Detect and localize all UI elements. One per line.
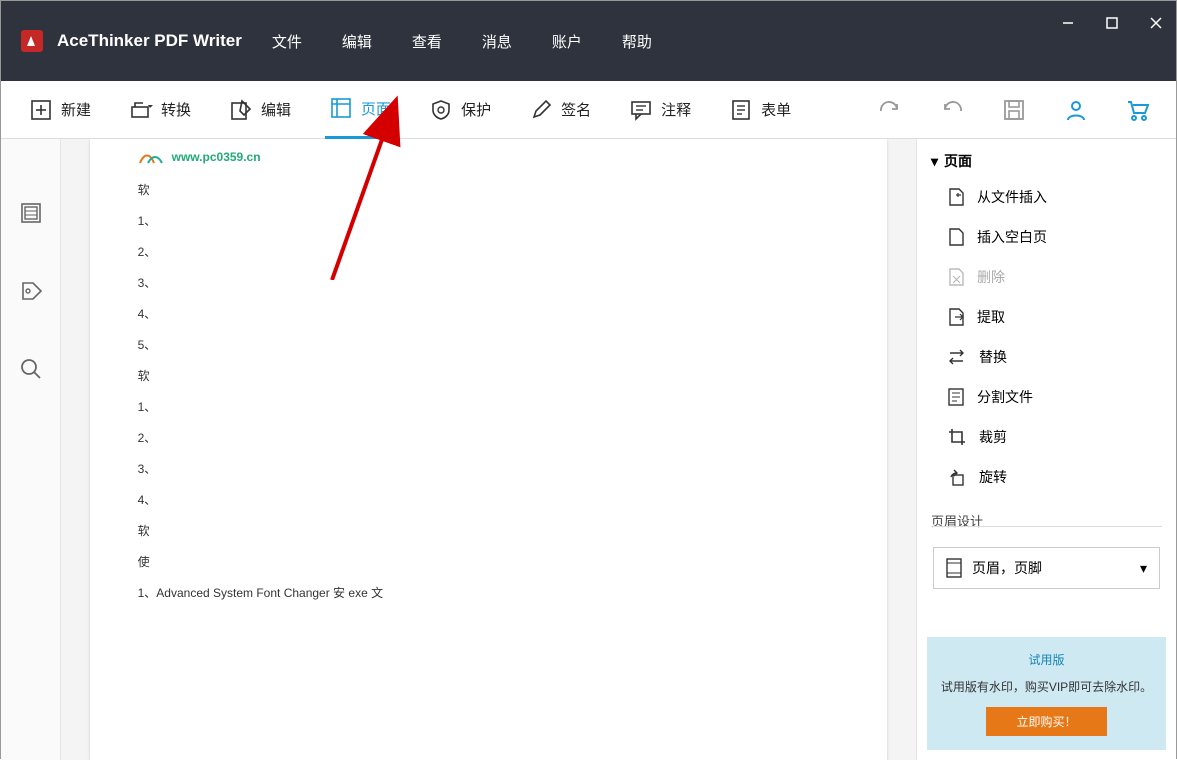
sp-extract[interactable]: 提取 [917, 297, 1176, 337]
tool-protect[interactable]: 保护 [425, 81, 495, 139]
app-logo [21, 30, 43, 52]
tool-new[interactable]: 新建 [25, 81, 95, 139]
page-icon [329, 96, 353, 120]
tool-convert-label: 转换 [161, 99, 191, 120]
tool-edit[interactable]: 编辑 [225, 81, 295, 139]
doc-line: 软 [138, 181, 840, 198]
doc-last-line: 1、Advanced System Font Changer 安 exe 文 [138, 584, 840, 601]
save-button[interactable] [1000, 96, 1028, 124]
thumbnails-button[interactable] [17, 199, 45, 227]
menu-view[interactable]: 查看 [412, 31, 442, 52]
doc-line: 1、 [138, 398, 840, 415]
trial-title: 试用版 [937, 651, 1156, 668]
plus-square-icon [29, 98, 53, 122]
sp-insert-from-file[interactable]: 从文件插入 [917, 177, 1176, 217]
file-insert-icon [947, 187, 965, 207]
app-title: AceThinker PDF Writer [57, 31, 242, 51]
minimize-button[interactable] [1056, 11, 1080, 35]
tool-form[interactable]: 表单 [725, 81, 795, 139]
trial-banner: 试用版 试用版有水印，购买VIP即可去除水印。 立即购买！ [927, 637, 1166, 750]
menu-message[interactable]: 消息 [482, 31, 512, 52]
form-icon [729, 98, 753, 122]
doc-line: 2、 [138, 429, 840, 446]
chevron-down-icon: ▾ [931, 153, 938, 170]
convert-icon [129, 98, 153, 122]
edit-icon [229, 98, 253, 122]
blank-page-icon [947, 227, 965, 247]
buy-now-button[interactable]: 立即购买！ [986, 707, 1106, 736]
doc-line: 4、 [138, 305, 840, 322]
rotate-icon [947, 467, 967, 487]
header-footer-dropdown[interactable]: 页眉，页脚 ▾ [933, 547, 1160, 589]
menu-file[interactable]: 文件 [272, 31, 302, 52]
comment-icon [629, 98, 653, 122]
doc-line: 2、 [138, 243, 840, 260]
menu-edit[interactable]: 编辑 [342, 31, 372, 52]
extract-icon [947, 307, 965, 327]
tool-convert[interactable]: 转换 [125, 81, 195, 139]
tool-sign-label: 签名 [561, 99, 591, 120]
doc-line: 5、 [138, 336, 840, 353]
trial-text: 试用版有水印，购买VIP即可去除水印。 [937, 678, 1156, 695]
search-button[interactable] [17, 355, 45, 383]
sp-insert-blank[interactable]: 插入空白页 [917, 217, 1176, 257]
menu-help[interactable]: 帮助 [622, 31, 652, 52]
page-view: www.pc0359.cn 软1、2、3、4、5、软1、2、3、4、软使 1、A… [90, 139, 888, 760]
tool-comment-label: 注释 [661, 99, 691, 120]
crop-icon [947, 427, 967, 447]
account-button[interactable] [1062, 96, 1090, 124]
doc-line: 3、 [138, 460, 840, 477]
maximize-button[interactable] [1100, 11, 1124, 35]
doc-logo-icon [138, 147, 166, 167]
tool-page-label: 页面 [361, 98, 391, 119]
shield-icon [429, 98, 453, 122]
tool-edit-label: 编辑 [261, 99, 291, 120]
sidepanel-header[interactable]: ▾ 页面 [917, 139, 1176, 177]
sp-replace[interactable]: 替换 [917, 337, 1176, 377]
document-canvas[interactable]: www.pc0359.cn 软1、2、3、4、5、软1、2、3、4、软使 1、A… [61, 139, 916, 760]
chevron-down-icon: ▾ [1140, 560, 1147, 577]
doc-line: 软 [138, 367, 840, 384]
close-button[interactable] [1144, 11, 1168, 35]
doc-line: 1、 [138, 212, 840, 229]
replace-icon [947, 348, 967, 366]
doc-line: 4、 [138, 491, 840, 508]
split-icon [947, 387, 965, 407]
menu-account[interactable]: 账户 [552, 31, 582, 52]
cart-button[interactable] [1124, 96, 1152, 124]
tags-button[interactable] [17, 277, 45, 305]
doc-line: 使 [138, 553, 840, 570]
sp-delete[interactable]: 删除 [917, 257, 1176, 297]
tool-sign[interactable]: 签名 [525, 81, 595, 139]
pen-icon [529, 98, 553, 122]
undo-button[interactable] [938, 96, 966, 124]
tool-protect-label: 保护 [461, 99, 491, 120]
tool-page[interactable]: 页面 [325, 81, 395, 139]
header-footer-icon [946, 558, 962, 578]
sp-crop[interactable]: 裁剪 [917, 417, 1176, 457]
tool-form-label: 表单 [761, 99, 791, 120]
doc-line: 3、 [138, 274, 840, 291]
doc-url: www.pc0359.cn [172, 150, 261, 164]
sp-rotate[interactable]: 旋转 [917, 457, 1176, 497]
tool-comment[interactable]: 注释 [625, 81, 695, 139]
redo-button[interactable] [876, 96, 904, 124]
delete-page-icon [947, 267, 965, 287]
sp-split[interactable]: 分割文件 [917, 377, 1176, 417]
sidepanel-section-header-footer: 页眉设计 [917, 497, 1176, 536]
doc-line: 软 [138, 522, 840, 539]
tool-new-label: 新建 [61, 99, 91, 120]
